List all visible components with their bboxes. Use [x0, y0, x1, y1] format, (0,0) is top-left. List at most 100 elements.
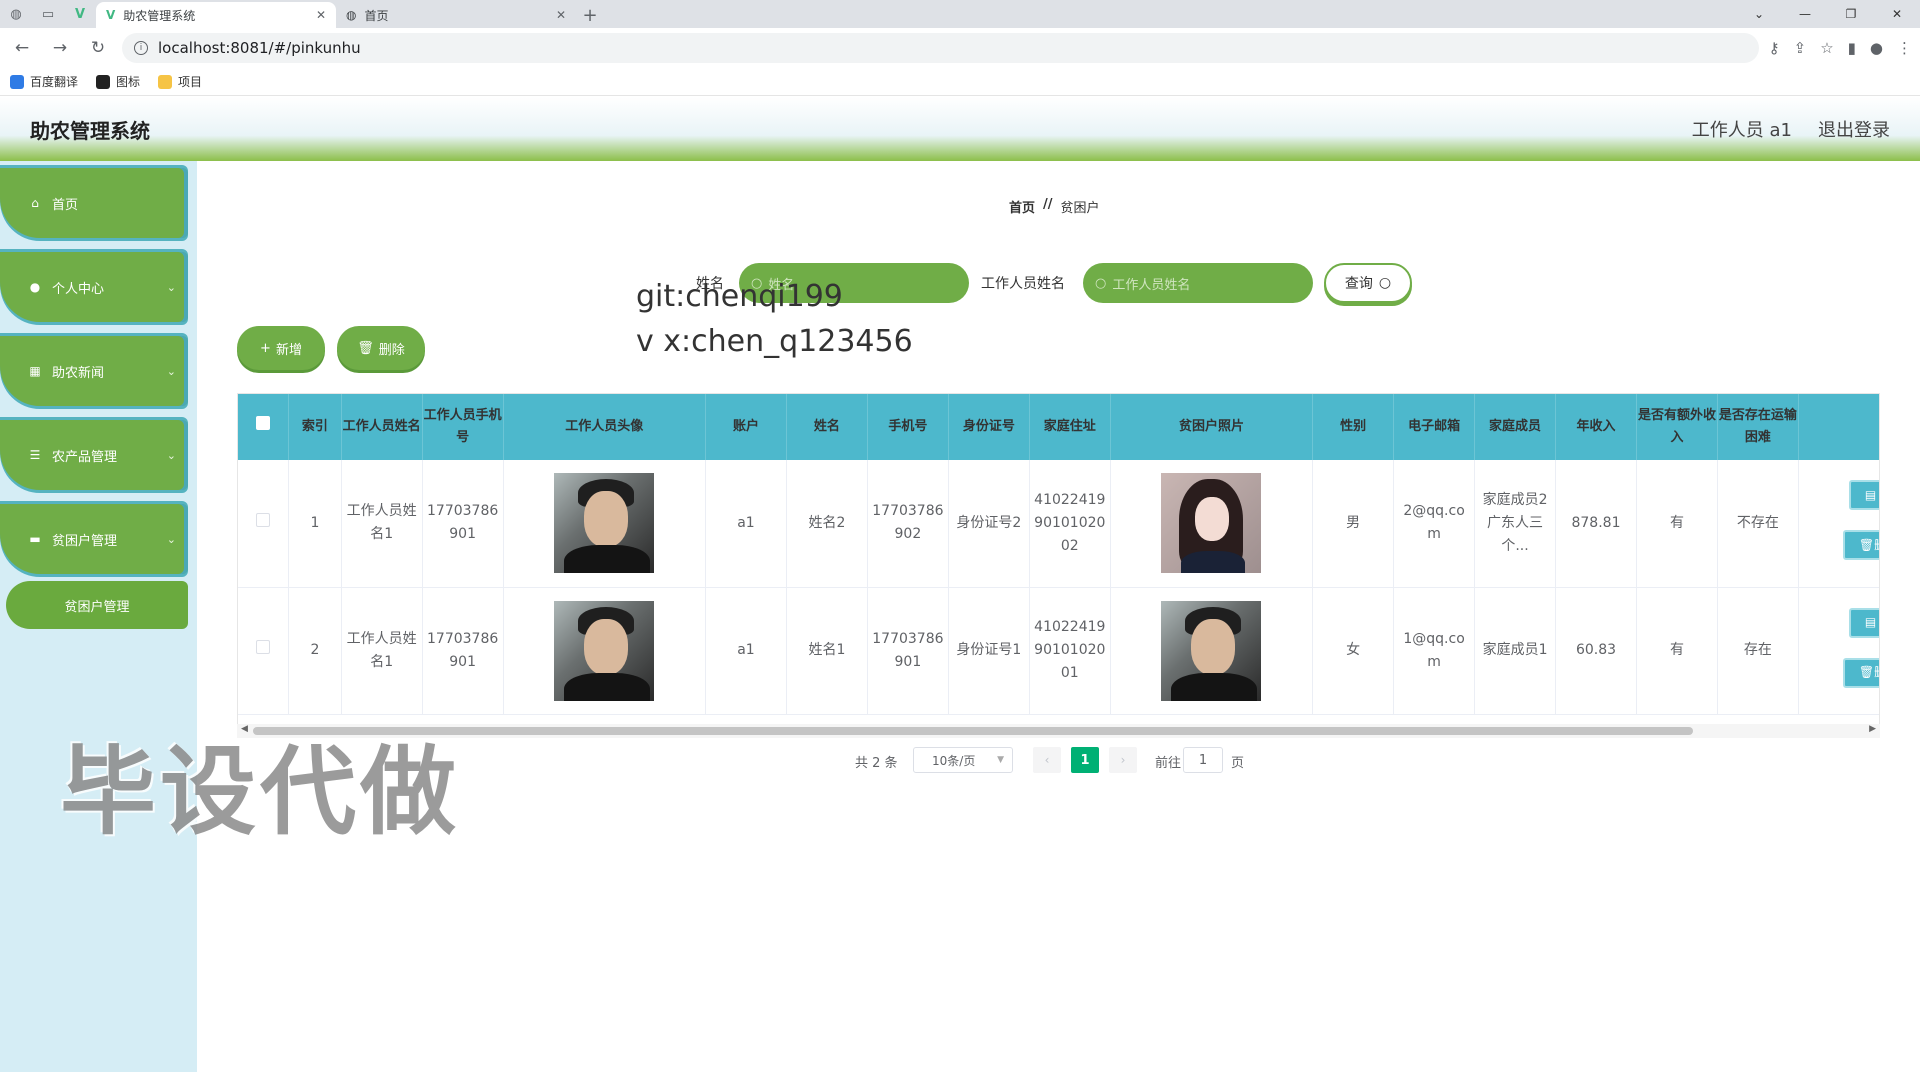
sidebar-item-home[interactable]: ⌂ 首页	[0, 168, 188, 238]
bookmark-project[interactable]: 项目	[158, 73, 202, 90]
horizontal-scrollbar[interactable]: ◀ ▶	[237, 724, 1880, 738]
new-tab-button[interactable]: +	[576, 2, 604, 28]
toolbar-right: ⚷ ⇪ ☆ ▮ ● ⋮	[1769, 39, 1912, 57]
column-header: 是否存在运输困难	[1717, 394, 1799, 460]
row-checkbox[interactable]	[256, 512, 271, 527]
sidebar-item-personal[interactable]: ● 个人中心 ⌄	[0, 252, 188, 322]
delete-button-label: 删除	[378, 342, 405, 358]
overlay-line: v x:chen_q123456	[636, 324, 913, 359]
sidebar-item-products[interactable]: ☰ 农产品管理 ⌄	[0, 420, 188, 490]
bookmark-label: 项目	[178, 75, 203, 89]
page-number-active[interactable]: 1	[1071, 747, 1099, 773]
chevron-down-icon: ▼	[997, 755, 1004, 765]
row-delete-button[interactable]: 🗑删	[1842, 657, 1879, 688]
worker-avatar-image[interactable]	[554, 600, 655, 701]
detail-button[interactable]: ▤	[1848, 480, 1879, 510]
detail-button[interactable]: ▤	[1848, 607, 1879, 638]
app-header: 助农管理系统 工作人员 a1 退出登录	[0, 97, 1920, 161]
current-user: 工作人员 a1	[1691, 120, 1792, 141]
sidebar-item-poor-households[interactable]: ▬ 贫困户管理 ⌄	[0, 504, 188, 574]
browser-tabstrip: ◍ ▭ V V 助农管理系统 ✕ ◍ 首页 ✕ + ⌄ — ❐ ✕	[0, 0, 1920, 28]
row-delete-label: 删	[1874, 534, 1879, 557]
row-checkbox[interactable]	[256, 640, 271, 654]
bookmark-translate[interactable]: 百度翻译	[10, 73, 78, 90]
sidebar-item-news[interactable]: ▦ 助农新闻 ⌄	[0, 336, 188, 406]
url-input[interactable]: i localhost:8081/#/pinkunhu	[122, 33, 1759, 63]
back-button[interactable]: ←	[8, 34, 36, 62]
prev-page-button[interactable]: ‹	[1033, 747, 1061, 773]
cell-income: 878.81	[1555, 460, 1637, 588]
cell-email: 2@qq.com	[1393, 460, 1476, 588]
globe-icon[interactable]: ◍	[0, 0, 32, 28]
data-table: 索引 工作人员姓名 工作人员手机号 工作人员头像 账户 姓名 手机号 身份证号 …	[237, 393, 1880, 727]
column-header: 性别	[1312, 394, 1395, 460]
sidepanel-icon[interactable]: ▮	[1848, 39, 1856, 57]
scrollbar-thumb[interactable]	[253, 727, 1693, 735]
sidebar-item-label: 个人中心	[52, 281, 105, 297]
key-icon[interactable]: ⚷	[1769, 39, 1780, 57]
more-icon[interactable]: ⋮	[1897, 39, 1912, 57]
row-delete-button[interactable]: 🗑删	[1842, 530, 1879, 560]
minimize-button[interactable]: —	[1782, 0, 1828, 28]
column-header: 年收入	[1555, 394, 1637, 460]
column-header: 工作人员姓名	[341, 394, 423, 460]
cell-worker-phone: 17703786901	[422, 587, 504, 715]
reload-button[interactable]: ↻	[84, 34, 112, 62]
sidebar-subitem-poor-households[interactable]: 贫困户管理	[6, 581, 188, 629]
sidebar-item-label: 助农新闻	[52, 365, 105, 381]
column-header: 贫困户照片	[1110, 394, 1314, 460]
trash-icon: 🗑	[1858, 665, 1875, 679]
share-icon[interactable]: ⇪	[1794, 39, 1807, 57]
row-select-cell[interactable]	[238, 587, 290, 715]
window-controls: ⌄ — ❐ ✕	[1736, 0, 1920, 28]
star-icon[interactable]: ☆	[1820, 39, 1833, 57]
chevron-down-icon[interactable]: ⌄	[1736, 0, 1782, 28]
monitor-icon: ▬	[29, 532, 41, 546]
forward-button[interactable]: →	[46, 34, 74, 62]
cell-index: 2	[288, 587, 342, 715]
sidebar: ⌂ 首页 ● 个人中心 ⌄ ▦ 助农新闻 ⌄ ☰ 农产品管理 ⌄ ▬ 贫困户管理…	[0, 161, 197, 1072]
profile-icon[interactable]: ●	[1870, 39, 1883, 57]
tab-main[interactable]: V 助农管理系统 ✕	[96, 2, 336, 28]
worker-name-search-input[interactable]: ○ 工作人员姓名	[1083, 263, 1313, 303]
bookmarks-bar: 百度翻译 图标 项目	[0, 68, 1920, 96]
cell-actions: ▤ 🗑删	[1798, 460, 1879, 588]
query-button[interactable]: 查询 ○	[1324, 263, 1412, 303]
cell-phone: 17703786902	[867, 460, 949, 588]
breadcrumb-separator: //	[1043, 197, 1053, 212]
cell-worker-name: 工作人员姓名1	[341, 460, 423, 588]
select-all-cell[interactable]	[238, 394, 290, 460]
globe-icon: ◍	[346, 8, 357, 22]
cell-family: 家庭成员2广东人三个...	[1474, 460, 1557, 588]
sidebar-item-label: 贫困户管理	[52, 533, 118, 549]
household-photo-image[interactable]	[1161, 600, 1262, 701]
worker-avatar-image[interactable]	[554, 473, 655, 574]
next-page-button[interactable]: ›	[1109, 747, 1137, 773]
vue-logo-icon[interactable]: V	[64, 0, 96, 28]
restore-button[interactable]: ❐	[1828, 0, 1874, 28]
breadcrumb-home[interactable]: 首页	[1009, 197, 1035, 216]
scroll-right-icon[interactable]: ▶	[1869, 724, 1876, 734]
logout-link[interactable]: 退出登录	[1818, 116, 1890, 142]
tab-mini-icon[interactable]: ▭	[32, 0, 64, 28]
info-icon[interactable]: i	[134, 41, 148, 55]
household-photo-image[interactable]	[1161, 473, 1262, 574]
add-button[interactable]: + 新增	[237, 326, 325, 370]
page-size-select[interactable]: 10条/页 ▼	[913, 747, 1013, 773]
detail-icon: ▤	[1864, 615, 1877, 629]
goto-page-input[interactable]: 1	[1183, 747, 1223, 773]
bookmark-icons[interactable]: 图标	[96, 73, 140, 90]
delete-button[interactable]: 🗑 删除	[337, 326, 425, 370]
close-window-button[interactable]: ✕	[1874, 0, 1920, 28]
cell-actions: ▤ 🗑删	[1798, 587, 1879, 715]
close-icon[interactable]: ✕	[316, 8, 326, 22]
select-all-checkbox[interactable]	[256, 416, 271, 430]
cell-income: 60.83	[1555, 587, 1637, 715]
image-icon	[96, 74, 111, 89]
translate-icon	[10, 74, 24, 89]
query-button-label: 查询	[1344, 276, 1373, 292]
row-select-cell[interactable]	[238, 460, 290, 588]
header-actions: 工作人员 a1 退出登录	[1692, 116, 1890, 142]
close-icon[interactable]: ✕	[556, 8, 566, 22]
tab-home[interactable]: ◍ 首页 ✕	[336, 2, 576, 28]
